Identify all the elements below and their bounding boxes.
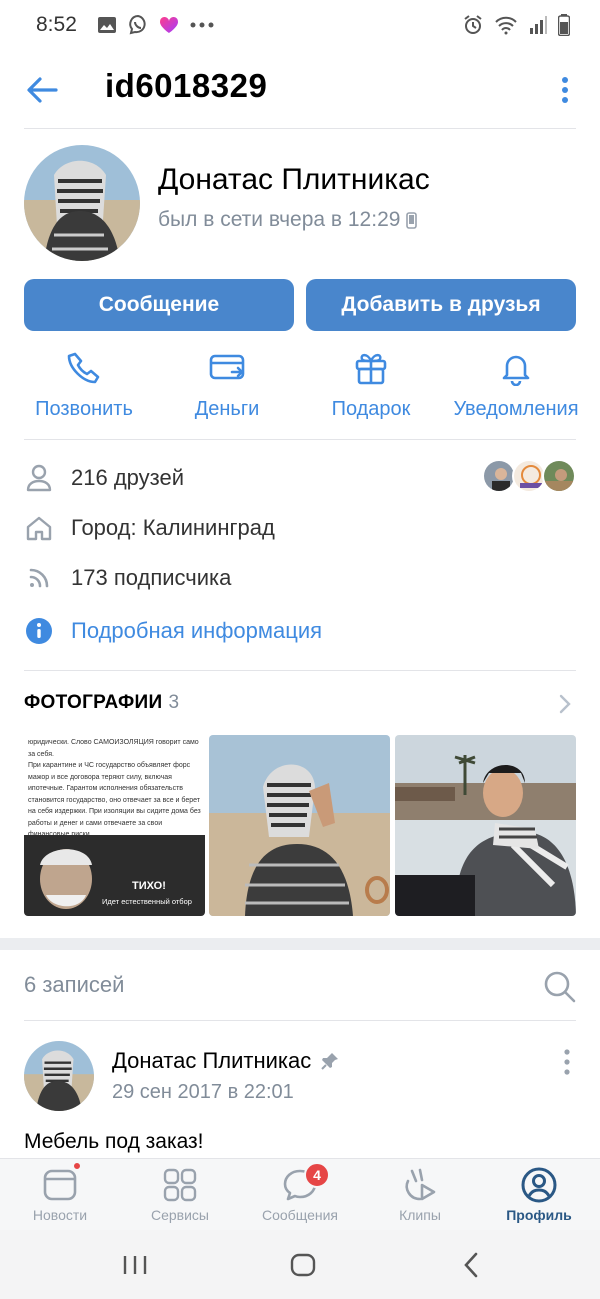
- battery-icon: [558, 14, 570, 36]
- actions-divider: [24, 439, 576, 440]
- post-author-avatar[interactable]: [24, 1041, 94, 1111]
- post-more-icon[interactable]: [560, 1048, 574, 1076]
- clips-icon: [405, 1168, 436, 1201]
- photo-thumbnail[interactable]: юридически. Слово САМОИЗОЛЯЦИЯ говорит с…: [24, 735, 205, 916]
- notifications-label: Уведомления: [453, 398, 579, 420]
- top-app-bar: id6018329: [0, 50, 600, 128]
- services-icon: [163, 1168, 197, 1202]
- post-text: Мебель под заказ!: [24, 1130, 204, 1153]
- rss-icon: [29, 568, 49, 588]
- tab-services[interactable]: Сервисы: [120, 1167, 240, 1223]
- tab-clips-label: Клипы: [399, 1207, 441, 1223]
- photo-thumbnail[interactable]: [209, 735, 390, 916]
- call-label: Позвонить: [35, 398, 133, 420]
- call-action[interactable]: Позвонить: [14, 350, 154, 421]
- photos-title: ФОТОГРАФИИ: [24, 692, 163, 713]
- notifications-action[interactable]: Уведомления: [446, 350, 586, 421]
- tab-profile[interactable]: Профиль: [479, 1167, 599, 1223]
- news-unread-dot: [72, 1161, 82, 1171]
- post-date: 29 сен 2017 в 22:01: [112, 1081, 294, 1103]
- page-title: id6018329: [105, 67, 268, 104]
- photo-thumbnail[interactable]: [395, 735, 576, 916]
- system-nav-bar: [0, 1230, 600, 1299]
- photos-count: 3: [168, 692, 180, 713]
- status-bar: 8:52: [0, 0, 600, 50]
- tab-services-label: Сервисы: [150, 1207, 209, 1223]
- profile-avatar[interactable]: [24, 145, 140, 261]
- home-button-icon[interactable]: [290, 1253, 316, 1277]
- message-button[interactable]: Сообщение: [24, 279, 294, 331]
- info-icon: [26, 618, 52, 644]
- photo-subcaption: Идет естественный отбор: [102, 897, 192, 906]
- more-dots-icon: [190, 22, 214, 28]
- header-divider: [24, 128, 576, 129]
- city-text: Город: Калининград: [71, 515, 275, 540]
- friends-avatars[interactable]: [482, 459, 576, 493]
- alarm-icon: [464, 15, 482, 34]
- followers-row[interactable]: 173 подписчика: [24, 558, 576, 598]
- details-link: Подробная информация: [71, 618, 323, 643]
- city-row: Город: Калининград: [24, 508, 576, 548]
- followers-count: 173 подписчика: [71, 565, 232, 590]
- profile-icon: [521, 1167, 557, 1203]
- home-icon: [26, 516, 52, 541]
- tab-profile-label: Профиль: [506, 1207, 572, 1223]
- tab-messages[interactable]: Сообщения: [240, 1167, 360, 1223]
- pin-icon: [321, 1053, 339, 1070]
- bell-icon: [502, 355, 530, 386]
- post-author-name: Донатас Плитникас: [112, 1048, 312, 1073]
- messages-badge: 4: [304, 1162, 330, 1188]
- recent-apps-icon[interactable]: [122, 1254, 148, 1276]
- heart-icon: [159, 16, 178, 33]
- details-row[interactable]: Подробная информация: [24, 611, 576, 651]
- photo-caption: ТИХО!: [132, 880, 166, 892]
- viber-icon: [129, 14, 146, 35]
- tab-messages-label: Сообщения: [262, 1207, 338, 1223]
- online-status-text: был в сети вчера в 12:29: [158, 208, 401, 231]
- profile-online-status: был в сети вчера в 12:29: [158, 208, 418, 232]
- friend-avatar: [542, 459, 576, 493]
- gift-label: Подарок: [331, 398, 411, 420]
- signal-icon: [530, 16, 547, 34]
- phone-icon: [67, 352, 100, 384]
- gift-action[interactable]: Подарок: [301, 350, 441, 421]
- tab-news[interactable]: Новости: [0, 1167, 120, 1223]
- money-action[interactable]: Деньги: [157, 350, 297, 421]
- posts-count: 6 записей: [24, 972, 125, 997]
- tab-clips[interactable]: Клипы: [360, 1167, 480, 1223]
- photos-header[interactable]: ФОТОГРАФИИ 3: [24, 692, 179, 714]
- friend-avatar: [482, 459, 516, 493]
- info-divider: [24, 670, 576, 671]
- news-icon: [43, 1169, 77, 1201]
- status-time: 8:52: [36, 13, 77, 36]
- mobile-icon: [406, 211, 418, 229]
- posts-divider: [24, 1020, 576, 1021]
- money-icon: [209, 354, 245, 380]
- friend-avatar: [512, 459, 546, 493]
- bottom-tab-bar: Новости Сервисы Сообщения 4 Клипы Профил…: [0, 1158, 600, 1230]
- chevron-right-icon[interactable]: [558, 694, 572, 714]
- gift-icon: [355, 353, 387, 385]
- back-arrow-icon[interactable]: [24, 72, 60, 108]
- post-author[interactable]: Донатас Плитникас: [112, 1048, 339, 1074]
- tab-news-label: Новости: [32, 1207, 88, 1223]
- gallery-icon: [97, 17, 116, 33]
- photo-meme-text: юридически. Слово САМОИЗОЛЯЦИЯ говорит с…: [28, 739, 201, 835]
- user-icon: [26, 464, 52, 492]
- search-icon[interactable]: [543, 970, 577, 1004]
- system-back-icon[interactable]: [462, 1252, 480, 1278]
- wifi-icon: [495, 16, 517, 35]
- profile-name: Донатас Плитникас: [158, 163, 430, 196]
- section-separator: [0, 938, 600, 950]
- money-label: Деньги: [194, 398, 260, 420]
- add-friend-button[interactable]: Добавить в друзья: [306, 279, 576, 331]
- friends-count: 216 друзей: [71, 465, 185, 490]
- more-vertical-icon[interactable]: [558, 72, 572, 108]
